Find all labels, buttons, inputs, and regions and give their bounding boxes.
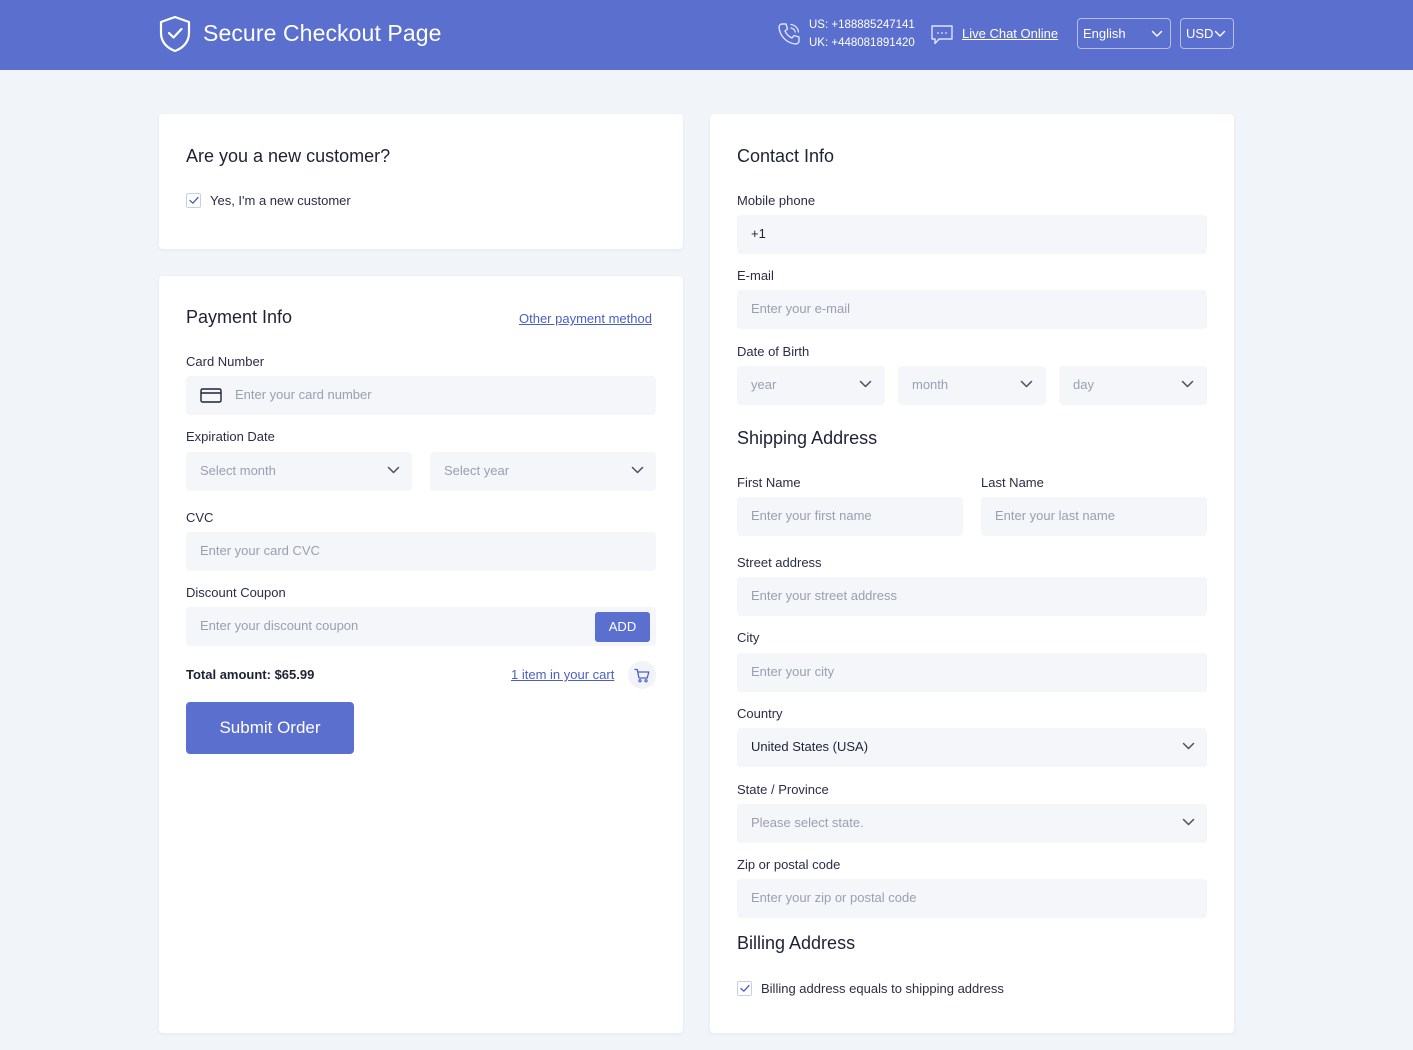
card-number-placeholder: Enter your card number	[235, 387, 372, 402]
zip-code-placeholder: Enter your zip or postal code	[751, 890, 917, 905]
credit-card-icon	[200, 388, 222, 403]
card-number-label: Card Number	[186, 354, 265, 369]
zip-code-input[interactable]: Enter your zip or postal code	[737, 879, 1207, 918]
checkmark-icon	[740, 984, 750, 992]
shield-check-icon	[159, 15, 191, 53]
shipping-address-title: Shipping Address	[737, 428, 878, 448]
mobile-phone-input[interactable]: +1	[737, 215, 1207, 254]
dob-month-placeholder: month	[912, 377, 949, 392]
currency-value: USD	[1186, 26, 1214, 41]
last-name-label: Last Name	[981, 475, 1044, 490]
state-province-select[interactable]: Please select state.	[737, 804, 1207, 843]
date-of-birth-label: Date of Birth	[737, 344, 810, 359]
language-select[interactable]: English	[1077, 18, 1171, 49]
live-chat-link[interactable]: Live Chat Online	[962, 26, 1058, 41]
new-customer-card	[159, 114, 683, 249]
street-address-label: Street address	[737, 555, 822, 570]
dob-day-placeholder: day	[1073, 377, 1094, 392]
currency-select[interactable]: USD	[1180, 18, 1234, 49]
cvc-label: CVC	[186, 510, 214, 525]
city-input[interactable]: Enter your city	[737, 653, 1207, 692]
dob-month-select[interactable]: month	[898, 366, 1046, 405]
dob-day-select[interactable]: day	[1059, 366, 1207, 405]
top-header-bar: Secure Checkout Page US: +188885247141 U…	[0, 0, 1413, 70]
dob-year-placeholder: year	[751, 377, 777, 392]
email-placeholder: Enter your e-mail	[751, 301, 850, 316]
email-label: E-mail	[737, 268, 774, 283]
discount-coupon-input[interactable]: Enter your discount coupon	[186, 607, 656, 646]
cart-icon[interactable]	[628, 661, 656, 689]
expiration-date-label: Expiration Date	[186, 429, 275, 444]
chat-bubble-icon	[931, 25, 953, 45]
expiration-year-placeholder: Select year	[444, 463, 510, 478]
chevron-down-icon	[1214, 30, 1226, 37]
city-placeholder: Enter your city	[751, 664, 835, 679]
cvc-input[interactable]: Enter your card CVC	[186, 532, 656, 571]
state-province-placeholder: Please select state.	[751, 815, 864, 830]
chevron-down-icon	[1182, 818, 1195, 826]
chevron-down-icon	[1020, 380, 1033, 388]
country-value: United States (USA)	[751, 739, 869, 754]
phone-uk: UK: +448081891420	[809, 37, 915, 49]
billing-address-title: Billing Address	[737, 933, 856, 953]
discount-coupon-label: Discount Coupon	[186, 585, 286, 600]
first-name-input[interactable]: Enter your first name	[737, 497, 963, 536]
first-name-label: First Name	[737, 475, 801, 490]
other-payment-method-link[interactable]: Other payment method	[519, 311, 652, 326]
payment-title: Payment Info	[186, 307, 293, 327]
street-address-placeholder: Enter your street address	[751, 588, 897, 603]
shopping-cart-icon	[634, 668, 650, 683]
billing-same-label: Billing address equals to shipping addre…	[761, 981, 1004, 996]
last-name-placeholder: Enter your last name	[995, 508, 1115, 523]
chevron-down-icon	[1182, 742, 1195, 750]
cvc-placeholder: Enter your card CVC	[200, 543, 320, 558]
last-name-input[interactable]: Enter your last name	[981, 497, 1207, 536]
support-phone-numbers: US: +188885247141 UK: +448081891420	[809, 16, 915, 52]
expiration-month-select[interactable]: Select month	[186, 452, 412, 491]
chevron-down-icon	[859, 380, 872, 388]
expiration-year-select[interactable]: Select year	[430, 452, 656, 491]
new-customer-title: Are you a new customer?	[186, 146, 391, 166]
language-value: English	[1083, 26, 1126, 41]
new-customer-checkbox[interactable]	[186, 193, 201, 208]
phone-icon	[778, 23, 800, 45]
country-label: Country	[737, 706, 783, 721]
submit-order-button[interactable]: Submit Order	[186, 702, 354, 754]
add-coupon-button[interactable]: ADD	[595, 612, 650, 642]
chevron-down-icon	[387, 466, 400, 474]
total-amount: Total amount: $65.99	[186, 667, 315, 682]
dob-year-select[interactable]: year	[737, 366, 885, 405]
checkmark-icon	[189, 196, 199, 204]
cart-items-link[interactable]: 1 item in your cart	[511, 667, 614, 682]
mobile-phone-value: +1	[751, 226, 766, 241]
card-number-input[interactable]: Enter your card number	[186, 376, 656, 415]
city-label: City	[737, 630, 760, 645]
chevron-down-icon	[1181, 380, 1194, 388]
chevron-down-icon	[1151, 30, 1163, 37]
first-name-placeholder: Enter your first name	[751, 508, 872, 523]
street-address-input[interactable]: Enter your street address	[737, 577, 1207, 616]
zip-code-label: Zip or postal code	[737, 857, 841, 872]
billing-same-checkbox[interactable]	[737, 981, 752, 996]
page-title: Secure Checkout Page	[203, 20, 442, 46]
contact-info-title: Contact Info	[737, 146, 835, 166]
phone-us: US: +188885247141	[809, 19, 915, 31]
mobile-phone-label: Mobile phone	[737, 193, 816, 208]
chevron-down-icon	[631, 466, 644, 474]
new-customer-label: Yes, I'm a new customer	[210, 193, 351, 208]
email-input[interactable]: Enter your e-mail	[737, 290, 1207, 329]
expiration-month-placeholder: Select month	[200, 463, 276, 478]
country-select[interactable]: United States (USA)	[737, 728, 1207, 767]
discount-coupon-placeholder: Enter your discount coupon	[200, 618, 359, 633]
state-province-label: State / Province	[737, 782, 829, 797]
